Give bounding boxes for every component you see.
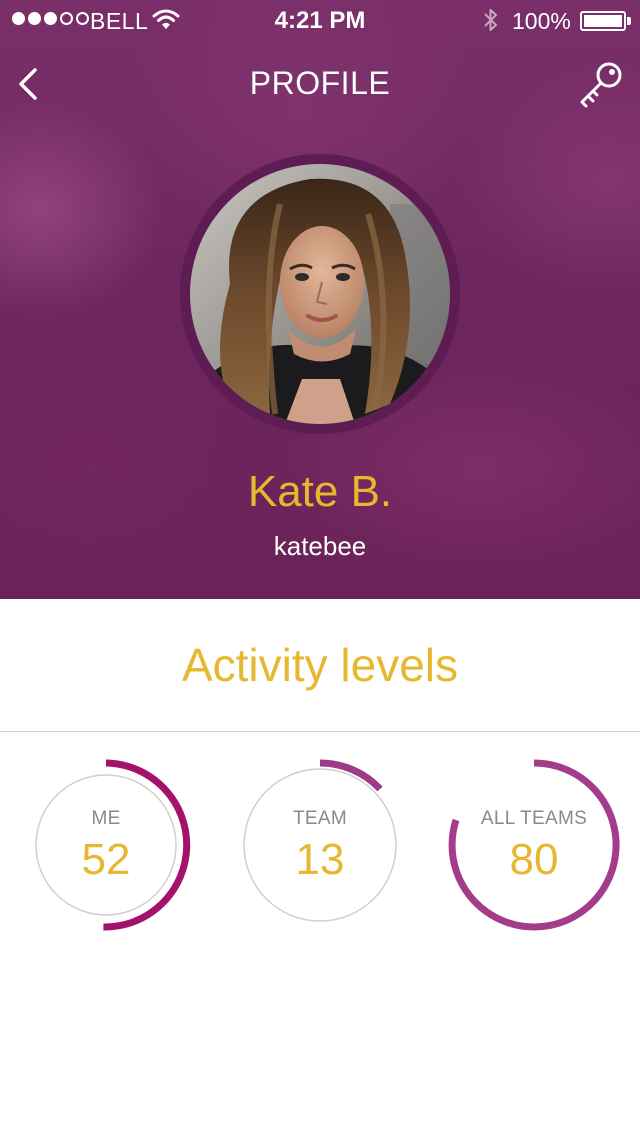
avatar[interactable] — [190, 164, 450, 424]
avatar-photo — [190, 164, 450, 424]
battery-icon — [580, 11, 626, 31]
gauge-me-label: ME — [91, 808, 121, 829]
bluetooth-icon — [484, 9, 497, 31]
profile-username: katebee — [273, 531, 367, 561]
gauge-all-teams-value: 80 — [509, 835, 559, 884]
battery-percent: 100% — [512, 8, 571, 34]
status-bar: BELL 4:21 PM 100% — [0, 0, 640, 40]
profile-name: Kate B. — [247, 467, 393, 516]
gauge-all-teams[interactable]: ALL TEAMS 80 — [444, 755, 624, 935]
page-title: PROFILE — [249, 65, 391, 101]
gauge-me-value: 52 — [81, 835, 131, 884]
gauge-all-teams-label: ALL TEAMS — [480, 808, 588, 829]
battery-tip — [627, 17, 631, 25]
gauge-team[interactable]: TEAM 13 — [230, 755, 410, 935]
profile-header: BELL 4:21 PM 100% PROFILE Kate B. katebe… — [0, 0, 640, 599]
key-icon — [580, 62, 622, 108]
key-button[interactable] — [574, 58, 628, 110]
section-divider — [0, 731, 640, 732]
gauge-team-value: 13 — [295, 835, 345, 884]
activity-title: Activity levels — [181, 639, 459, 691]
gauge-team-label: TEAM — [293, 808, 347, 829]
gauge-me[interactable]: ME 52 — [16, 755, 196, 935]
